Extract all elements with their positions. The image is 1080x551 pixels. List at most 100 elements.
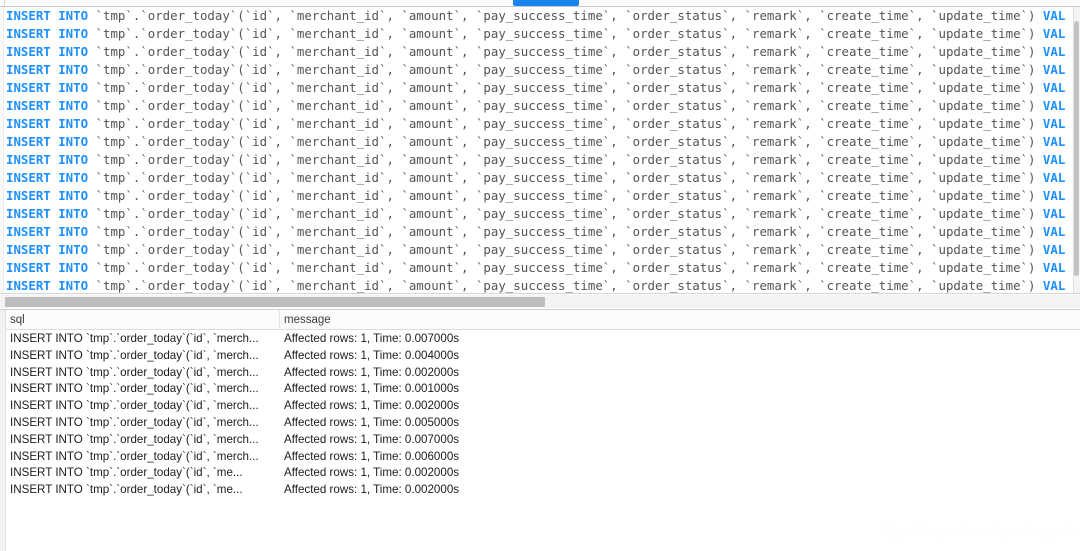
cell-sql[interactable]: INSERT INTO `tmp`.`order_today`(`id`, `m… (10, 399, 259, 412)
sql-keyword: INSERT INTO (6, 26, 89, 41)
sql-columns: `tmp`.`order_today`(`id`, `merchant_id`,… (88, 116, 1043, 131)
sql-values-keyword: VAL (1042, 26, 1066, 41)
table-row[interactable]: INSERT INTO `tmp`.`order_today`(`id`, `m… (6, 331, 1080, 348)
sql-columns: `tmp`.`order_today`(`id`, `merchant_id`,… (88, 62, 1043, 77)
editor-vertical-scrollbar-thumb[interactable] (1074, 21, 1079, 276)
sql-values-keyword: VAL (1042, 152, 1066, 167)
sql-keyword: INSERT INTO (6, 260, 89, 275)
sql-line[interactable]: INSERT INTO `tmp`.`order_today`(`id`, `m… (6, 97, 1073, 115)
results-grid: sql message INSERT INTO `tmp`.`order_tod… (0, 309, 1080, 551)
table-row[interactable]: INSERT INTO `tmp`.`order_today`(`id`, `m… (6, 381, 1080, 398)
results-header-row: sql message (6, 310, 1080, 330)
sql-keyword: INSERT INTO (6, 170, 89, 185)
sql-values-keyword: VAL (1042, 224, 1066, 239)
sql-line[interactable]: INSERT INTO `tmp`.`order_today`(`id`, `m… (6, 187, 1073, 205)
table-row[interactable]: INSERT INTO `tmp`.`order_today`(`id`, `m… (6, 348, 1080, 365)
cell-message[interactable]: Affected rows: 1, Time: 0.007000s (284, 433, 459, 446)
sql-keyword: INSERT INTO (6, 278, 89, 293)
sql-line[interactable]: INSERT INTO `tmp`.`order_today`(`id`, `m… (6, 115, 1073, 133)
sql-line[interactable]: INSERT INTO `tmp`.`order_today`(`id`, `m… (6, 43, 1073, 61)
cell-message[interactable]: Affected rows: 1, Time: 0.007000s (284, 332, 459, 345)
sql-keyword: INSERT INTO (6, 242, 89, 257)
cell-sql[interactable]: INSERT INTO `tmp`.`order_today`(`id`, `m… (10, 483, 243, 496)
sql-columns: `tmp`.`order_today`(`id`, `merchant_id`,… (88, 242, 1043, 257)
sql-values-keyword: VAL (1042, 260, 1066, 275)
sql-columns: `tmp`.`order_today`(`id`, `merchant_id`,… (88, 44, 1043, 59)
cell-sql[interactable]: INSERT INTO `tmp`.`order_today`(`id`, `m… (10, 416, 259, 429)
sql-line[interactable]: INSERT INTO `tmp`.`order_today`(`id`, `m… (6, 259, 1073, 277)
table-row[interactable]: INSERT INTO `tmp`.`order_today`(`id`, `m… (6, 482, 1080, 499)
sql-line[interactable]: INSERT INTO `tmp`.`order_today`(`id`, `m… (6, 133, 1073, 151)
cell-message[interactable]: Affected rows: 1, Time: 0.005000s (284, 416, 459, 429)
table-row[interactable]: INSERT INTO `tmp`.`order_today`(`id`, `m… (6, 432, 1080, 449)
sql-line[interactable]: INSERT INTO `tmp`.`order_today`(`id`, `m… (6, 241, 1073, 259)
sql-line[interactable]: INSERT INTO `tmp`.`order_today`(`id`, `m… (6, 169, 1073, 187)
sql-values-keyword: VAL (1042, 188, 1066, 203)
sql-editor-code[interactable]: INSERT INTO `tmp`.`order_today`(`id`, `m… (6, 7, 1073, 293)
cell-message[interactable]: Affected rows: 1, Time: 0.002000s (284, 399, 459, 412)
sql-values-keyword: VAL (1042, 170, 1066, 185)
table-row[interactable]: INSERT INTO `tmp`.`order_today`(`id`, `m… (6, 365, 1080, 382)
sql-line[interactable]: INSERT INTO `tmp`.`order_today`(`id`, `m… (6, 25, 1073, 43)
sql-columns: `tmp`.`order_today`(`id`, `merchant_id`,… (88, 170, 1043, 185)
column-header-sql[interactable]: sql (10, 314, 25, 326)
cell-message[interactable]: Affected rows: 1, Time: 0.002000s (284, 366, 459, 379)
column-header-message[interactable]: message (284, 314, 331, 326)
editor-gutter (0, 7, 4, 293)
editor-vertical-scrollbar[interactable] (1073, 7, 1080, 293)
editor-horizontal-scrollbar[interactable] (0, 293, 1080, 309)
sql-columns: `tmp`.`order_today`(`id`, `merchant_id`,… (88, 98, 1043, 113)
sql-line[interactable]: INSERT INTO `tmp`.`order_today`(`id`, `m… (6, 223, 1073, 241)
cell-message[interactable]: Affected rows: 1, Time: 0.002000s (284, 483, 459, 496)
sql-keyword: INSERT INTO (6, 188, 89, 203)
table-row[interactable]: INSERT INTO `tmp`.`order_today`(`id`, `m… (6, 449, 1080, 466)
results-rows: INSERT INTO `tmp`.`order_today`(`id`, `m… (6, 331, 1080, 550)
sql-columns: `tmp`.`order_today`(`id`, `merchant_id`,… (88, 134, 1043, 149)
watermark: https://blog.csdn.net/yunduo_goto (879, 524, 1074, 538)
cell-sql[interactable]: INSERT INTO `tmp`.`order_today`(`id`, `m… (10, 332, 259, 345)
sql-values-keyword: VAL (1042, 116, 1066, 131)
table-row[interactable]: INSERT INTO `tmp`.`order_today`(`id`, `m… (6, 415, 1080, 432)
sql-line[interactable]: INSERT INTO `tmp`.`order_today`(`id`, `m… (6, 205, 1073, 223)
sql-values-keyword: VAL (1042, 80, 1066, 95)
cell-sql[interactable]: INSERT INTO `tmp`.`order_today`(`id`, `m… (10, 466, 243, 479)
sql-values-keyword: VAL (1042, 206, 1066, 221)
cell-sql[interactable]: INSERT INTO `tmp`.`order_today`(`id`, `m… (10, 450, 259, 463)
sql-line[interactable]: INSERT INTO `tmp`.`order_today`(`id`, `m… (6, 7, 1073, 25)
sql-line[interactable]: INSERT INTO `tmp`.`order_today`(`id`, `m… (6, 151, 1073, 169)
sql-columns: `tmp`.`order_today`(`id`, `merchant_id`,… (88, 80, 1043, 95)
column-divider[interactable] (279, 310, 280, 330)
sql-columns: `tmp`.`order_today`(`id`, `merchant_id`,… (88, 8, 1043, 23)
cell-sql[interactable]: INSERT INTO `tmp`.`order_today`(`id`, `m… (10, 433, 259, 446)
cell-message[interactable]: Affected rows: 1, Time: 0.006000s (284, 450, 459, 463)
sql-client-window: INSERT INTO `tmp`.`order_today`(`id`, `m… (0, 0, 1080, 551)
toolbar-divider (4, 0, 5, 6)
editor-horizontal-scrollbar-thumb[interactable] (5, 297, 545, 307)
sql-keyword: INSERT INTO (6, 224, 89, 239)
sql-keyword: INSERT INTO (6, 152, 89, 167)
sql-columns: `tmp`.`order_today`(`id`, `merchant_id`,… (88, 206, 1043, 221)
sql-line[interactable]: INSERT INTO `tmp`.`order_today`(`id`, `m… (6, 277, 1073, 293)
sql-editor[interactable]: INSERT INTO `tmp`.`order_today`(`id`, `m… (0, 7, 1073, 293)
editor-horizontal-scrollbar-track[interactable] (0, 295, 1080, 308)
run-query-button[interactable] (513, 0, 579, 6)
sql-values-keyword: VAL (1042, 278, 1066, 293)
cell-message[interactable]: Affected rows: 1, Time: 0.002000s (284, 466, 459, 479)
cell-sql[interactable]: INSERT INTO `tmp`.`order_today`(`id`, `m… (10, 382, 259, 395)
sql-values-keyword: VAL (1042, 242, 1066, 257)
sql-columns: `tmp`.`order_today`(`id`, `merchant_id`,… (88, 26, 1043, 41)
cell-sql[interactable]: INSERT INTO `tmp`.`order_today`(`id`, `m… (10, 366, 259, 379)
sql-line[interactable]: INSERT INTO `tmp`.`order_today`(`id`, `m… (6, 79, 1073, 97)
cell-sql[interactable]: INSERT INTO `tmp`.`order_today`(`id`, `m… (10, 349, 259, 362)
sql-values-keyword: VAL (1042, 44, 1066, 59)
sql-columns: `tmp`.`order_today`(`id`, `merchant_id`,… (88, 152, 1043, 167)
sql-keyword: INSERT INTO (6, 134, 89, 149)
sql-keyword: INSERT INTO (6, 80, 89, 95)
sql-values-keyword: VAL (1042, 98, 1066, 113)
cell-message[interactable]: Affected rows: 1, Time: 0.004000s (284, 349, 459, 362)
table-row[interactable]: INSERT INTO `tmp`.`order_today`(`id`, `m… (6, 465, 1080, 482)
cell-message[interactable]: Affected rows: 1, Time: 0.001000s (284, 382, 459, 395)
sql-line[interactable]: INSERT INTO `tmp`.`order_today`(`id`, `m… (6, 61, 1073, 79)
table-row[interactable]: INSERT INTO `tmp`.`order_today`(`id`, `m… (6, 398, 1080, 415)
sql-columns: `tmp`.`order_today`(`id`, `merchant_id`,… (88, 188, 1043, 203)
